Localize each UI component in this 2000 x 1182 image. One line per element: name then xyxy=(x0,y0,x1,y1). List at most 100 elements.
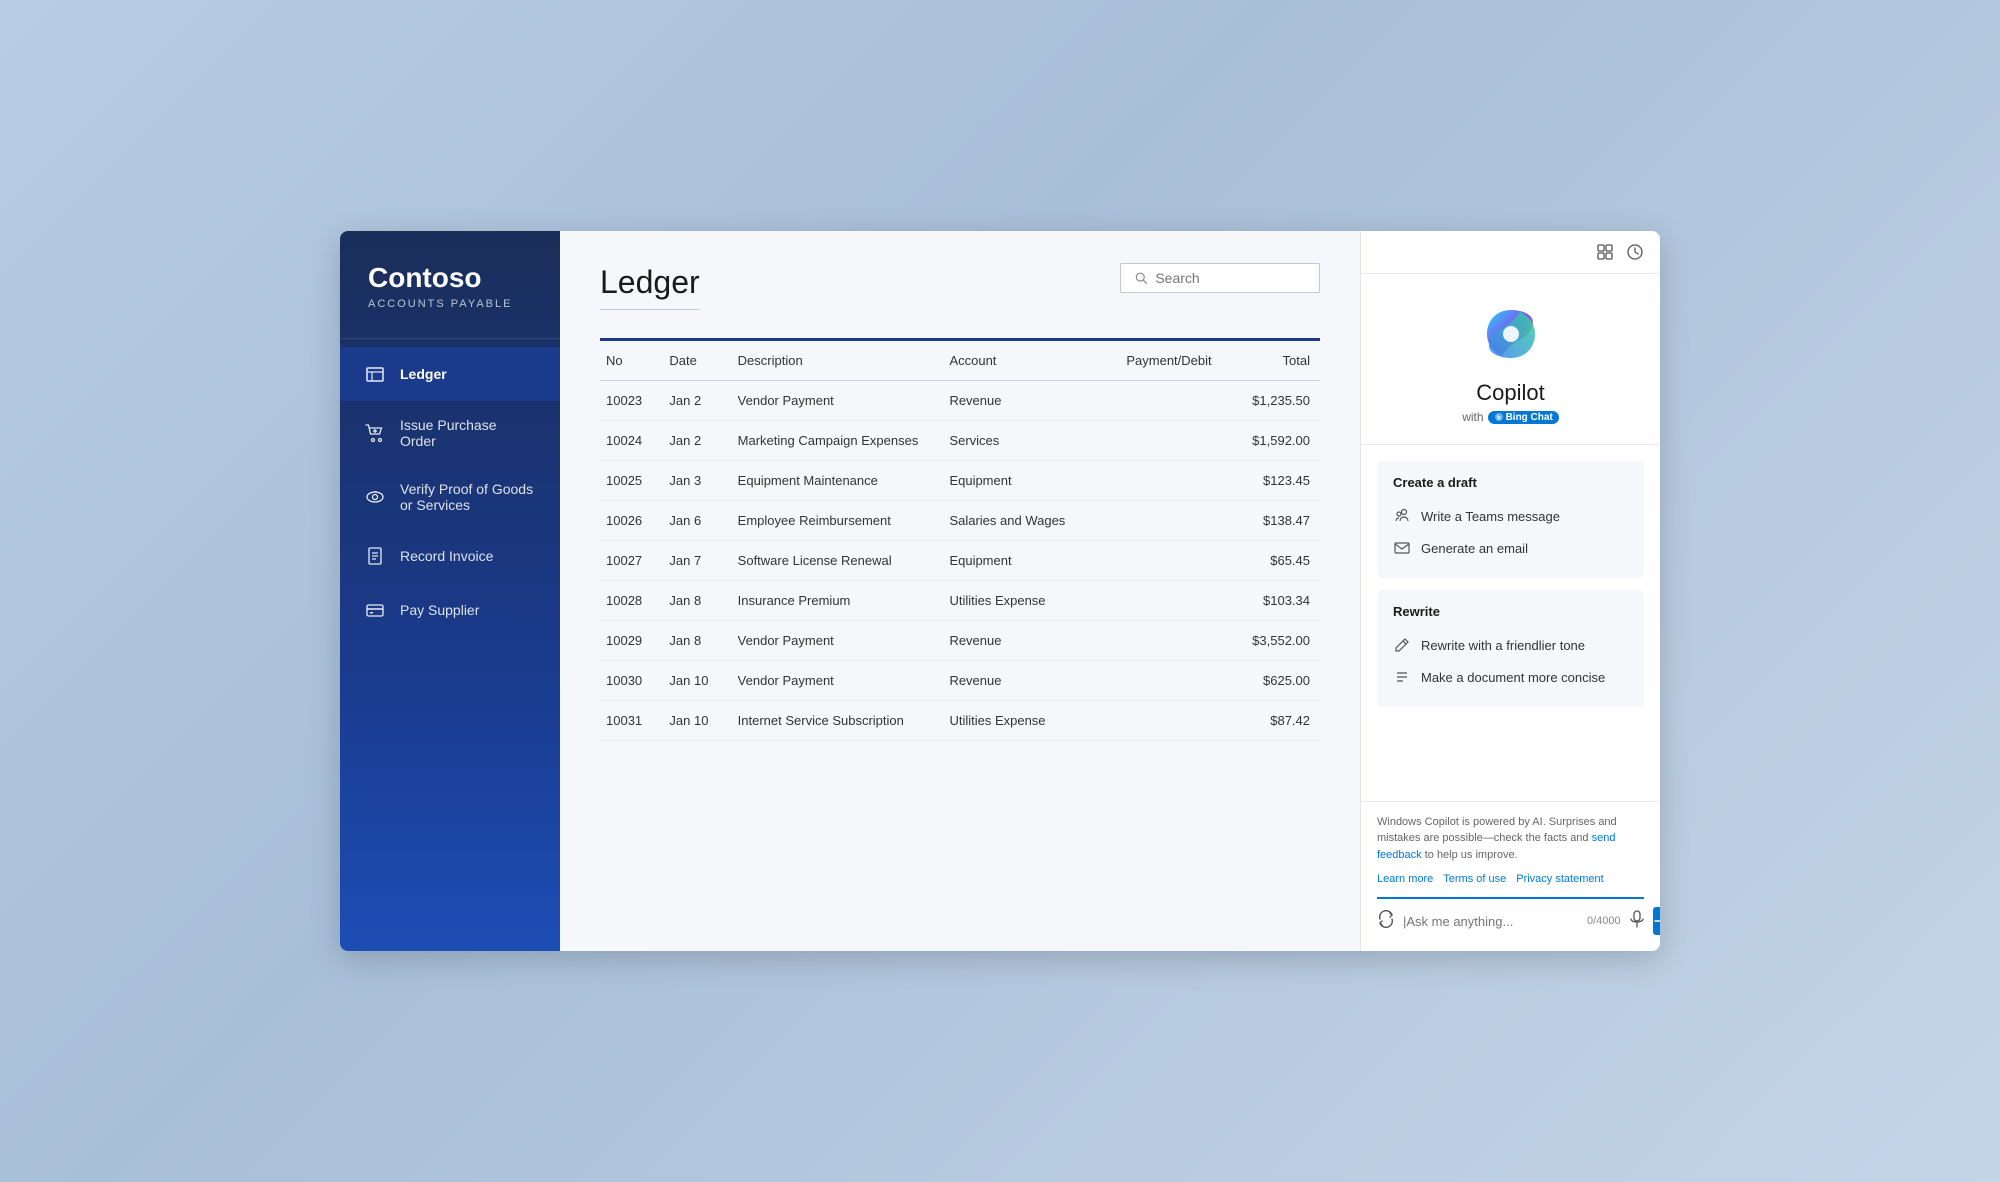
cell-desc: Vendor Payment xyxy=(728,621,940,661)
cell-payment xyxy=(1094,621,1222,661)
cell-account: Revenue xyxy=(939,381,1093,421)
cell-date: Jan 8 xyxy=(659,581,727,621)
sidebar-item-issue-po[interactable]: Issue Purchase Order xyxy=(340,401,560,465)
pay-icon xyxy=(364,599,386,621)
table-row[interactable]: 10029 Jan 8 Vendor Payment Revenue $3,55… xyxy=(600,621,1320,661)
cell-no: 10025 xyxy=(600,461,659,501)
create-draft-group: Create a draft Write a Teams message xyxy=(1377,461,1644,578)
teams-msg-label: Write a Teams message xyxy=(1421,509,1560,524)
search-icon xyxy=(1135,271,1147,285)
page-header: Ledger xyxy=(600,263,1320,310)
send-button[interactable] xyxy=(1653,907,1660,935)
terms-link[interactable]: Terms of use xyxy=(1443,873,1506,885)
rewrite-group: Rewrite Rewrite with a friendlier tone xyxy=(1377,590,1644,707)
cell-desc: Software License Renewal xyxy=(728,541,940,581)
copilot-toolbar xyxy=(1361,231,1660,274)
cart-icon xyxy=(364,422,386,444)
copilot-logo xyxy=(1479,302,1543,366)
sidebar-item-ledger[interactable]: Ledger xyxy=(340,347,560,401)
sidebar-item-pay[interactable]: Pay Supplier xyxy=(340,583,560,637)
cell-desc: Employee Reimbursement xyxy=(728,501,940,541)
sidebar-item-invoice[interactable]: Record Invoice xyxy=(340,529,560,583)
cell-total: $1,235.50 xyxy=(1222,381,1320,421)
copilot-panel: Copilot with b Bing Chat Create a draft xyxy=(1360,231,1660,951)
copilot-header: Copilot with b Bing Chat xyxy=(1361,274,1660,445)
table-row[interactable]: 10023 Jan 2 Vendor Payment Revenue $1,23… xyxy=(600,381,1320,421)
suggestion-friendlier[interactable]: Rewrite with a friendlier tone xyxy=(1393,629,1628,661)
cell-total: $87.42 xyxy=(1222,701,1320,741)
email-icon xyxy=(1393,539,1411,557)
cell-account: Equipment xyxy=(939,541,1093,581)
suggestion-concise[interactable]: Make a document more concise xyxy=(1393,661,1628,693)
cell-no: 10024 xyxy=(600,421,659,461)
friendlier-label: Rewrite with a friendlier tone xyxy=(1421,638,1585,653)
copilot-powered: with b Bing Chat xyxy=(1462,410,1559,424)
svg-text:b: b xyxy=(1497,416,1501,422)
teams-icon xyxy=(1393,507,1411,525)
app-subtitle: ACCOUNTS PAYABLE xyxy=(368,298,532,310)
col-header-total: Total xyxy=(1222,340,1320,381)
cell-payment xyxy=(1094,421,1222,461)
cell-date: Jan 2 xyxy=(659,381,727,421)
sidebar-item-verify[interactable]: Verify Proof of Goods or Services xyxy=(340,465,560,529)
cell-account: Equipment xyxy=(939,461,1093,501)
main-content: Ledger No Date Description xyxy=(560,231,1360,951)
privacy-link[interactable]: Privacy statement xyxy=(1516,873,1603,885)
table-row[interactable]: 10024 Jan 2 Marketing Campaign Expenses … xyxy=(600,421,1320,461)
copilot-suggestions: Create a draft Write a Teams message xyxy=(1361,445,1660,801)
cell-date: Jan 3 xyxy=(659,461,727,501)
col-header-date: Date xyxy=(659,340,727,381)
table-row[interactable]: 10026 Jan 6 Employee Reimbursement Salar… xyxy=(600,501,1320,541)
cell-total: $123.45 xyxy=(1222,461,1320,501)
cell-no: 10031 xyxy=(600,701,659,741)
cell-total: $138.47 xyxy=(1222,501,1320,541)
sidebar-header: Contoso ACCOUNTS PAYABLE xyxy=(340,231,560,339)
cell-account: Utilities Expense xyxy=(939,581,1093,621)
sidebar-item-invoice-label: Record Invoice xyxy=(400,548,493,564)
search-box[interactable] xyxy=(1120,263,1320,293)
search-input[interactable] xyxy=(1155,270,1305,286)
copilot-input[interactable] xyxy=(1403,914,1579,929)
sidebar-item-ledger-label: Ledger xyxy=(400,366,447,382)
cell-payment xyxy=(1094,541,1222,581)
copilot-footer: Windows Copilot is powered by AI. Surpri… xyxy=(1361,801,1660,952)
cell-payment xyxy=(1094,701,1222,741)
cell-date: Jan 2 xyxy=(659,421,727,461)
cell-desc: Marketing Campaign Expenses xyxy=(728,421,940,461)
refresh-icon[interactable] xyxy=(1377,910,1395,933)
invoice-icon xyxy=(364,545,386,567)
cell-no: 10028 xyxy=(600,581,659,621)
table-row[interactable]: 10028 Jan 8 Insurance Premium Utilities … xyxy=(600,581,1320,621)
app-logo: Contoso xyxy=(368,263,532,294)
cell-no: 10026 xyxy=(600,501,659,541)
cell-date: Jan 10 xyxy=(659,701,727,741)
cell-total: $3,552.00 xyxy=(1222,621,1320,661)
cell-total: $625.00 xyxy=(1222,661,1320,701)
history-icon[interactable] xyxy=(1624,241,1646,263)
grid-icon[interactable] xyxy=(1594,241,1616,263)
table-row[interactable]: 10031 Jan 10 Internet Service Subscripti… xyxy=(600,701,1320,741)
cell-payment xyxy=(1094,581,1222,621)
sidebar-item-verify-label: Verify Proof of Goods or Services xyxy=(400,481,536,513)
mic-icon[interactable] xyxy=(1629,910,1645,933)
table-row[interactable]: 10030 Jan 10 Vendor Payment Revenue $625… xyxy=(600,661,1320,701)
cell-date: Jan 6 xyxy=(659,501,727,541)
cell-payment xyxy=(1094,661,1222,701)
table-row[interactable]: 10025 Jan 3 Equipment Maintenance Equipm… xyxy=(600,461,1320,501)
table-row[interactable]: 10027 Jan 7 Software License Renewal Equ… xyxy=(600,541,1320,581)
pen-icon xyxy=(1393,636,1411,654)
suggestion-email[interactable]: Generate an email xyxy=(1393,532,1628,564)
cell-payment xyxy=(1094,381,1222,421)
cell-account: Revenue xyxy=(939,661,1093,701)
cell-desc: Equipment Maintenance xyxy=(728,461,940,501)
list-icon xyxy=(1393,668,1411,686)
suggestion-teams-msg[interactable]: Write a Teams message xyxy=(1393,500,1628,532)
table-header-row: No Date Description Account Payment/Debi… xyxy=(600,340,1320,381)
cell-desc: Internet Service Subscription xyxy=(728,701,940,741)
page-title: Ledger xyxy=(600,263,700,301)
cell-payment xyxy=(1094,461,1222,501)
page-title-group: Ledger xyxy=(600,263,700,310)
cell-no: 10023 xyxy=(600,381,659,421)
learn-more-link[interactable]: Learn more xyxy=(1377,873,1433,885)
sidebar-item-po-label: Issue Purchase Order xyxy=(400,417,536,449)
